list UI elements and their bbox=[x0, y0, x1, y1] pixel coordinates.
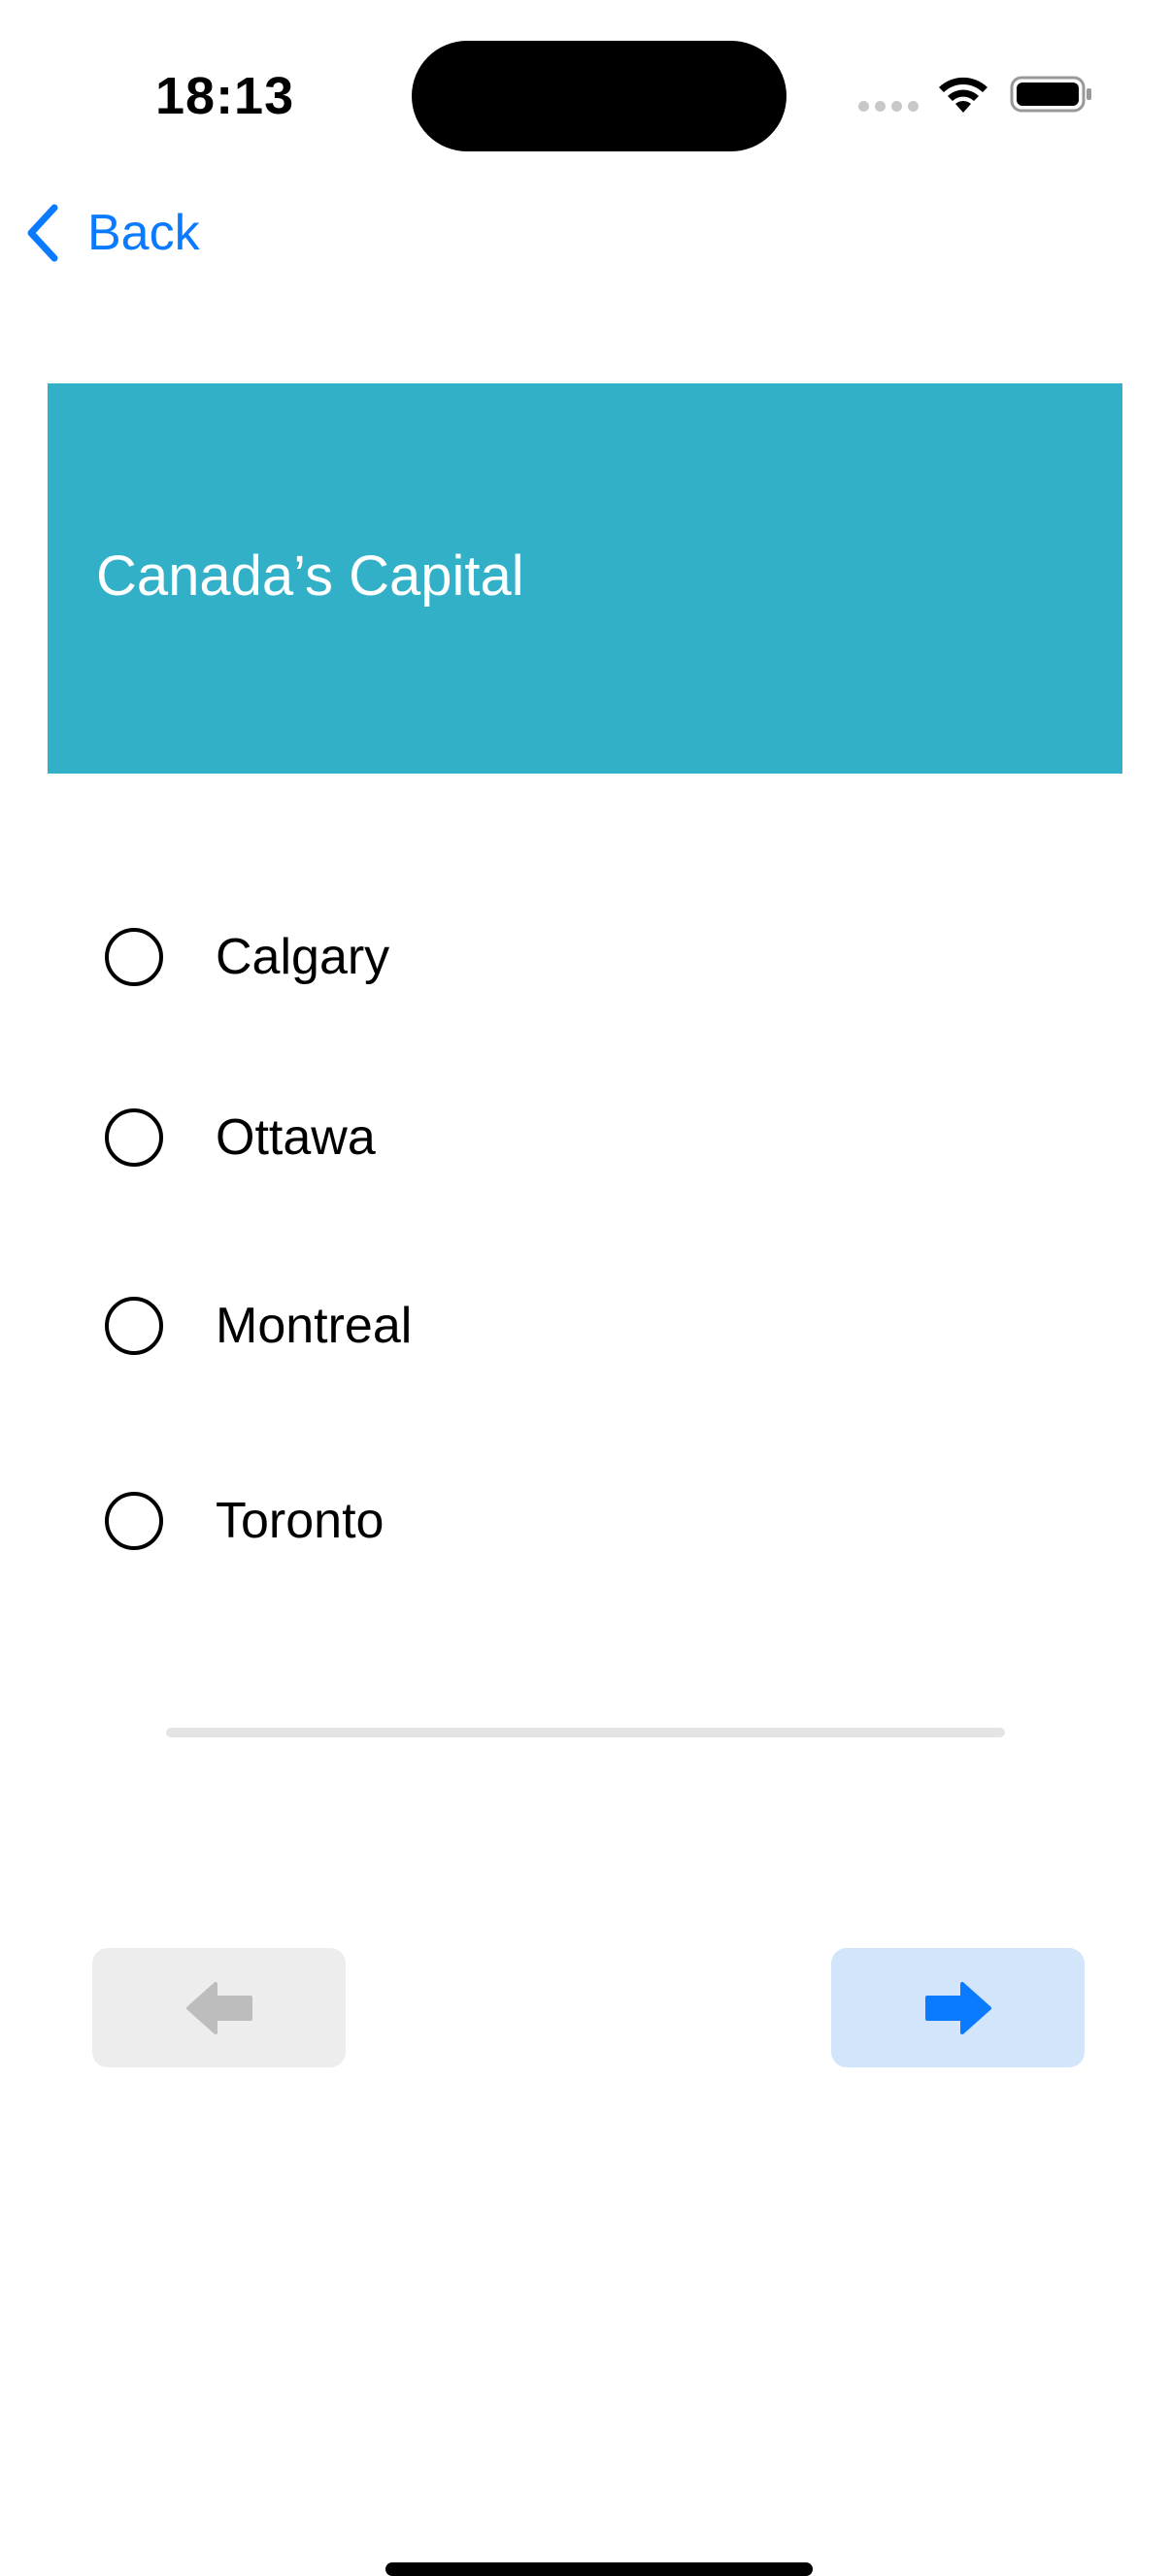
home-indicator bbox=[385, 2562, 813, 2576]
progress-bar bbox=[166, 1728, 1005, 1737]
next-button[interactable] bbox=[831, 1948, 1085, 2067]
option-calgary[interactable]: Calgary bbox=[105, 923, 389, 991]
question-header: Canada’s Capital bbox=[48, 383, 1122, 774]
option-label: Montreal bbox=[216, 1298, 413, 1354]
option-toronto[interactable]: Toronto bbox=[105, 1487, 384, 1555]
wifi-icon bbox=[939, 77, 987, 113]
question-title: Canada’s Capital bbox=[96, 545, 524, 608]
back-label: Back bbox=[87, 205, 200, 261]
radio-button[interactable] bbox=[105, 928, 163, 986]
back-button[interactable]: Back bbox=[23, 199, 200, 267]
arrow-right-icon bbox=[924, 1981, 991, 2034]
dynamic-island bbox=[412, 41, 786, 151]
radio-button[interactable] bbox=[105, 1297, 163, 1355]
arrow-left-icon bbox=[185, 1981, 252, 2034]
option-ottawa[interactable]: Ottawa bbox=[105, 1104, 376, 1172]
previous-button[interactable] bbox=[92, 1948, 346, 2067]
option-label: Calgary bbox=[216, 929, 390, 985]
chevron-left-icon bbox=[27, 204, 58, 262]
battery-icon bbox=[1010, 76, 1091, 113]
radio-button[interactable] bbox=[105, 1492, 163, 1550]
option-label: Ottawa bbox=[216, 1109, 376, 1166]
radio-button[interactable] bbox=[105, 1108, 163, 1167]
status-bar: 18:13 bbox=[0, 0, 1171, 184]
option-montreal[interactable]: Montreal bbox=[105, 1292, 412, 1360]
option-label: Toronto bbox=[216, 1493, 385, 1549]
status-time: 18:13 bbox=[155, 67, 295, 125]
cellular-signal-icon bbox=[858, 101, 919, 112]
